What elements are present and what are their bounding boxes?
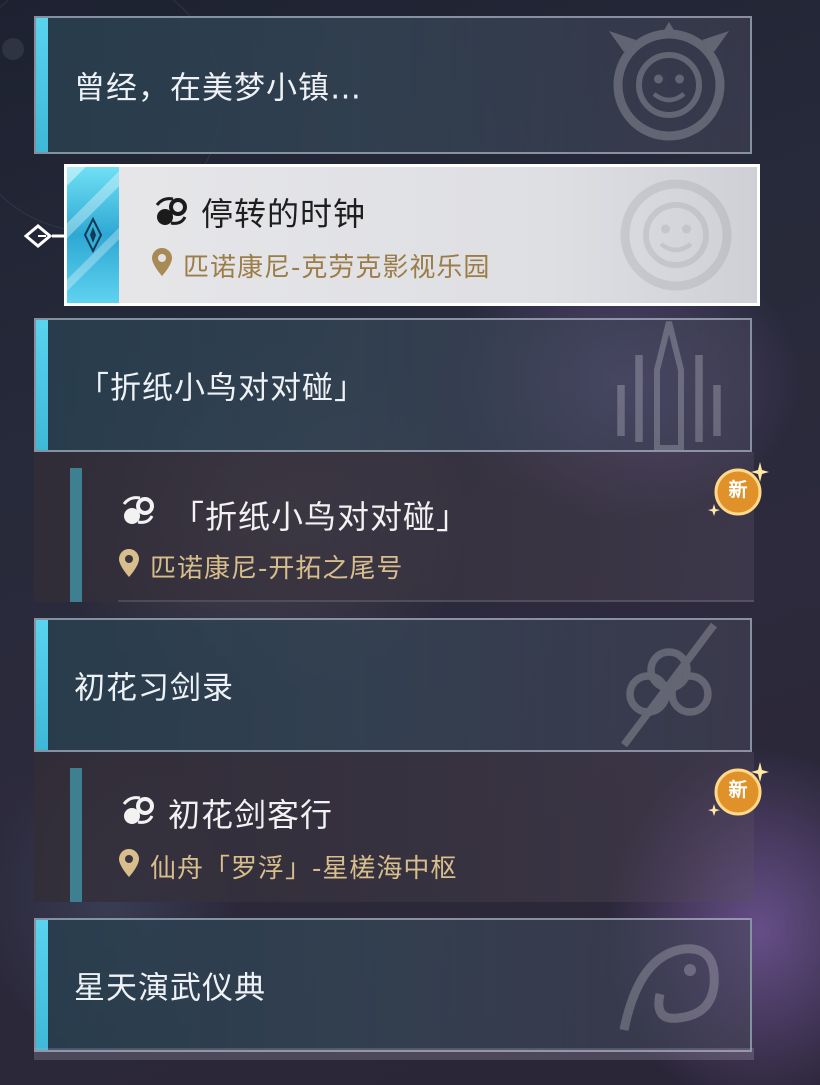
chapter-accent-bar: [36, 920, 48, 1050]
new-badge-label: 新: [728, 479, 748, 501]
crystal-marker: [67, 167, 119, 303]
quest-card-flower-swordsman[interactable]: 初花剑客行 仙舟「罗浮」-星槎海中枢 新: [34, 752, 769, 902]
chapter-accent-bar: [36, 320, 48, 450]
dragon-emblem-icon: [619, 944, 719, 1031]
quest-icon: [122, 496, 154, 524]
location-pin-icon: [119, 549, 139, 577]
location-pin-icon: [119, 849, 139, 877]
quest-accent-bar: [70, 468, 82, 602]
quest-location: 匹诺康尼-克劳克影视乐园: [183, 253, 491, 283]
quest-icon: [155, 197, 187, 225]
list-bottom-edge: [34, 1048, 754, 1060]
quest-card-stopped-clock[interactable]: 停转的时钟 匹诺康尼-克劳克影视乐园: [64, 164, 760, 306]
tower-emblem-icon: [617, 321, 721, 450]
chapter-header-sword-record[interactable]: 初花习剑录: [34, 618, 752, 752]
quest-icon: [122, 796, 154, 824]
chapter-title: 初花习剑录: [74, 670, 234, 707]
clock-emblem-icon: [609, 22, 729, 141]
background-dot: [2, 38, 24, 60]
quest-location: 匹诺康尼-开拓之尾号: [150, 554, 404, 584]
quest-title: 初花剑客行: [168, 796, 334, 834]
chapter-accent-bar: [36, 18, 48, 152]
chapter-header-origami-bird[interactable]: 「折纸小鸟对对碰」: [34, 318, 752, 452]
chapter-title: 星天演武仪典: [74, 970, 266, 1007]
quest-location: 仙舟「罗浮」-星槎海中枢: [150, 854, 458, 884]
chapter-header-star-martial[interactable]: 星天演武仪典: [34, 918, 752, 1052]
quest-divider: [118, 600, 754, 602]
chapter-title: 曾经，在美梦小镇…: [74, 70, 362, 107]
diamond-star-icon: [83, 216, 103, 254]
quest-card-origami-bird[interactable]: 「折纸小鸟对对碰」 匹诺康尼-开拓之尾号 新: [34, 452, 769, 602]
chapter-header-dream-town[interactable]: 曾经，在美梦小镇…: [34, 16, 752, 154]
new-badge: 新: [706, 760, 770, 820]
flower-emblem-icon: [621, 622, 717, 748]
location-pin-icon: [152, 248, 172, 276]
new-badge: 新: [706, 460, 770, 520]
quest-accent-bar: [70, 768, 82, 902]
clock-emblem-icon: [620, 179, 732, 291]
new-badge-label: 新: [728, 779, 748, 801]
selector-arrow-icon: [24, 224, 64, 248]
quest-title: 停转的时钟: [201, 195, 367, 233]
chapter-accent-bar: [36, 620, 48, 750]
quest-title: 「折纸小鸟对对碰」: [172, 498, 470, 536]
chapter-title: 「折纸小鸟对对碰」: [78, 370, 366, 407]
